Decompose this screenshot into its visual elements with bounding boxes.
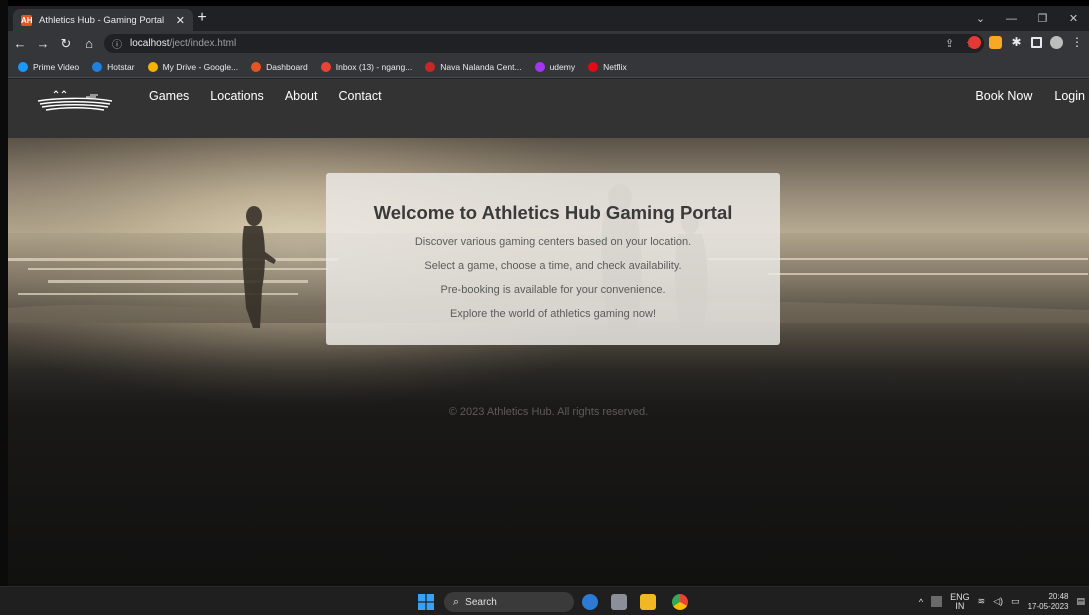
browser-toolbar: ← → ↻ ⌂ ⓘ localhost/ject/index.html ⇪ ☆ … [8,31,1089,56]
nav-actions: Book Now Login [975,89,1085,103]
back-arrow-icon[interactable]: ← [9,36,31,51]
volume-icon[interactable]: ◁) [993,596,1003,607]
bookmark-item[interactable]: Hotstar [92,61,135,72]
search-icon: ⌕ [453,595,460,608]
restore-icon[interactable]: ❐ [1027,12,1058,25]
bookmark-item[interactable]: My Drive - Google... [147,61,239,72]
bookmark-item[interactable]: udemy [534,61,576,72]
bookmark-label: Dashboard [266,61,308,72]
nav-link-games[interactable]: Games [149,89,189,103]
bookmark-label: Prime Video [33,61,80,72]
dashboard-icon [251,61,262,72]
bookmark-item[interactable]: Inbox (13) - ngang... [320,61,413,72]
new-tab-button[interactable]: + [194,10,210,26]
bookmark-label: udemy [549,61,576,72]
windows-start-icon[interactable] [418,594,434,610]
forward-arrow-icon[interactable]: → [32,36,54,51]
tray-app-icon[interactable] [931,596,943,607]
nav-link-about[interactable]: About [285,89,318,103]
notifications-icon[interactable]: ▤ [1076,596,1085,607]
gmail-icon [320,61,331,72]
url-host: localhost [130,38,170,49]
taskbar-search-label: Search [465,596,497,608]
bing-app-icon[interactable] [582,594,598,610]
bookmark-label: My Drive - Google... [162,61,239,72]
home-icon[interactable]: ⌂ [78,36,100,51]
nav-link-locations[interactable]: Locations [210,89,264,103]
language-region: IN [955,600,965,611]
file-explorer-icon[interactable] [640,594,656,610]
reload-icon[interactable]: ↻ [55,36,77,52]
bookmark-label: Inbox (13) - ngang... [335,61,413,72]
clock-time: 20:48 [1048,591,1069,601]
browser-tab[interactable]: AH Athletics Hub - Gaming Portal ✕ [13,9,193,31]
tab-search-chevron-icon[interactable]: ⌄ [965,12,996,25]
tab-strip: AH Athletics Hub - Gaming Portal ✕ + ⌄ —… [8,6,1089,31]
bookmark-label: Netflix [603,61,627,72]
welcome-line: Pre-booking is available for your conven… [440,284,666,296]
tray-clock[interactable]: 20:48 17-05-2023 [1028,592,1069,612]
url-path: /ject/index.html [169,38,237,49]
bookmark-item[interactable]: Dashboard [251,61,308,72]
athletics-hub-logo[interactable] [34,87,114,115]
extension-note-icon[interactable] [989,35,1002,49]
close-window-icon[interactable]: ✕ [1058,12,1089,25]
tab-title: Athletics Hub - Gaming Portal [39,14,165,26]
taskbar-search[interactable]: ⌕ Search [444,592,574,612]
address-bar[interactable]: ⓘ localhost/ject/index.html ⇪ ☆ [104,34,984,53]
left-strip [0,0,8,615]
browser-window: AH Athletics Hub - Gaming Portal ✕ + ⌄ —… [8,6,1089,586]
chrome-app-icon[interactable] [672,594,688,610]
extensions-puzzle-icon[interactable]: ✱ [1010,35,1023,49]
book-now-link[interactable]: Book Now [975,89,1032,103]
minimize-icon[interactable]: — [996,13,1027,25]
bookmark-label: Hotstar [107,61,135,72]
site-navbar: Games Locations About Contact Book Now L… [8,79,1089,138]
nav-link-contact[interactable]: Contact [338,89,381,103]
welcome-line: Select a game, choose a time, and check … [424,260,682,272]
show-hidden-icons-chevron-icon[interactable]: ^ [919,597,923,607]
footer-copyright: © 2023 Athletics Hub. All rights reserve… [448,406,649,418]
task-view-icon[interactable] [611,594,627,610]
site-favicon-icon: AH [21,14,33,26]
profile-avatar-icon[interactable] [1050,35,1063,49]
extension-shield-icon[interactable] [968,35,981,49]
welcome-line: Discover various gaming centers based on… [414,236,692,248]
bookmark-item[interactable]: Prime Video [18,61,80,72]
welcome-card: Welcome to Athletics Hub Gaming Portal D… [326,173,780,345]
language-indicator[interactable]: ENG IN [950,592,970,611]
close-tab-icon[interactable]: ✕ [176,14,185,27]
welcome-title: Welcome to Athletics Hub Gaming Portal [373,202,733,223]
udemy-icon [534,61,545,72]
share-icon[interactable]: ⇪ [945,37,954,50]
bookmark-item[interactable]: Netflix [588,61,627,72]
info-icon[interactable]: ⓘ [112,36,124,51]
side-panel-icon[interactable] [1031,36,1042,48]
hotstar-icon [92,61,103,72]
login-link[interactable]: Login [1054,89,1085,103]
prime-video-icon [18,61,28,72]
nava-nalanda-icon [425,61,436,72]
windows-taskbar: ⌕ Search ^ ENG IN ≋ ◁) ▭ 20:48 17-05-202… [0,586,1089,615]
extensions-area: ✱ ⋮ [968,35,1083,49]
wifi-icon[interactable]: ≋ [978,596,986,607]
hero-section: Welcome to Athletics Hub Gaming Portal D… [8,138,1089,586]
netflix-icon [588,61,599,72]
nav-links: Games Locations About Contact [149,89,382,103]
system-tray: ^ ENG IN ≋ ◁) ▭ 20:48 17-05-2023 ▤ [919,587,1085,615]
google-drive-icon [147,61,158,72]
welcome-line: Explore the world of athletics gaming no… [449,308,657,320]
website-viewport: Games Locations About Contact Book Now L… [8,79,1089,586]
clock-date: 17-05-2023 [1027,601,1069,611]
battery-icon[interactable]: ▭ [1011,596,1020,607]
bookmarks-bar: Prime Video Hotstar My Drive - Google...… [8,56,1089,78]
bookmark-item[interactable]: Nava Nalanda Cent... [425,61,522,72]
menu-kebab-icon[interactable]: ⋮ [1071,35,1083,49]
window-controls: ⌄ — ❐ ✕ [965,6,1089,31]
bookmark-label: Nava Nalanda Cent... [440,61,522,72]
